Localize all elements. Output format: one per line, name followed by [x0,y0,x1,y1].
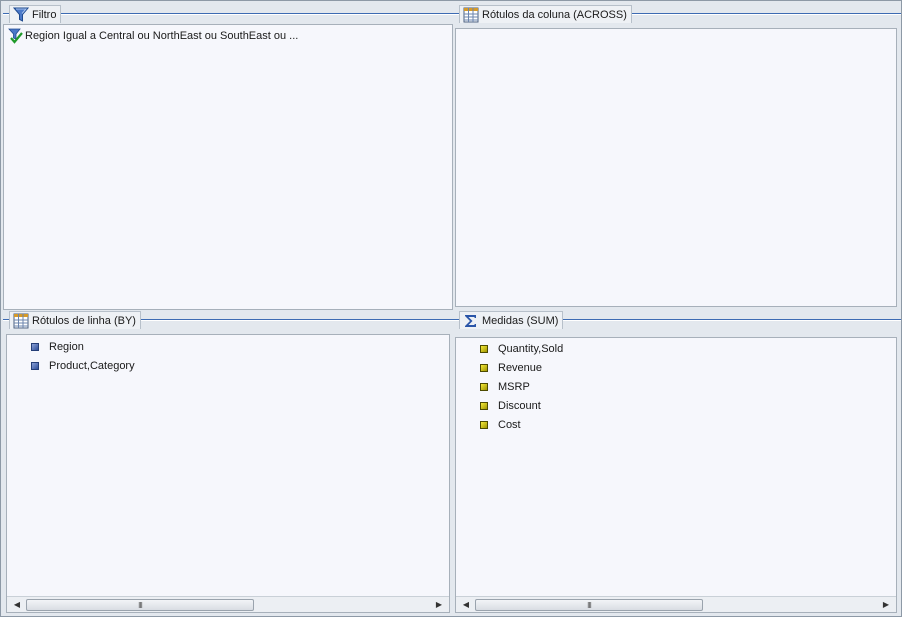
measure-field-icon [480,402,488,410]
measure-field-item[interactable]: Cost [480,419,521,431]
scroll-thumb[interactable]: III [475,599,703,611]
measure-field-label: Revenue [498,362,543,374]
by-field-item[interactable]: Region [31,341,84,353]
measure-field-label: Discount [498,400,541,412]
by-horizontal-scrollbar[interactable]: ◀ III ▶ [7,596,449,612]
scroll-left-arrow-icon[interactable]: ◀ [458,597,474,612]
filter-condition-label: Region Igual a Central ou NorthEast ou S… [25,30,299,42]
by-field-label: Product,Category [49,360,135,372]
by-field-label: Region [49,341,84,353]
by-drop-area[interactable]: Region Product,Category ◀ III ▶ [6,334,450,613]
filter-condition-item[interactable]: Region Igual a Central ou NorthEast ou S… [8,28,298,44]
measure-field-icon [480,383,488,391]
grid-columns-icon [463,7,479,23]
filter-drop-area[interactable]: Region Igual a Central ou NorthEast ou S… [3,24,453,310]
measures-tab[interactable]: Medidas (SUM) [459,311,564,329]
filter-tab-label: Filtro [32,8,57,21]
measures-horizontal-scrollbar[interactable]: ◀ III ▶ [456,596,896,612]
across-pane: Rótulos da coluna (ACROSS) [453,5,901,310]
dimension-field-icon [31,343,39,351]
grid-rows-icon [13,313,29,329]
measure-field-label: Cost [498,419,521,431]
dimension-field-icon [31,362,39,370]
measure-field-item[interactable]: MSRP [480,381,530,393]
scroll-thumb[interactable]: III [26,599,254,611]
across-tab[interactable]: Rótulos da coluna (ACROSS) [459,5,632,23]
report-layout-panel: Filtro Region Igual a Central ou NorthEa… [0,0,902,617]
filter-tab[interactable]: Filtro [9,5,62,23]
sigma-icon [463,313,479,329]
scroll-grip-icon: III [138,600,143,610]
scroll-right-arrow-icon[interactable]: ▶ [878,597,894,612]
measure-field-icon [480,421,488,429]
across-tab-label: Rótulos da coluna (ACROSS) [482,8,627,21]
filter-pane: Filtro Region Igual a Central ou NorthEa… [3,5,453,310]
scroll-left-arrow-icon[interactable]: ◀ [9,597,25,612]
measures-pane: Medidas (SUM) Quantity,Sold Revenue MSRP… [453,311,901,613]
by-tab[interactable]: Rótulos de linha (BY) [9,311,141,329]
scroll-grip-icon: III [587,600,592,610]
measure-field-label: Quantity,Sold [498,343,564,355]
measure-field-item[interactable]: Discount [480,400,541,412]
measures-tab-label: Medidas (SUM) [482,314,559,327]
by-tab-label: Rótulos de linha (BY) [32,314,136,327]
measure-field-icon [480,364,488,372]
by-field-item[interactable]: Product,Category [31,360,135,372]
measure-field-label: MSRP [498,381,530,393]
measure-field-item[interactable]: Quantity,Sold [480,343,563,355]
filter-header-line [3,13,453,15]
filter-check-icon [8,28,24,44]
across-drop-area[interactable] [455,28,897,307]
measure-field-item[interactable]: Revenue [480,362,542,374]
measure-field-icon [480,345,488,353]
scroll-right-arrow-icon[interactable]: ▶ [431,597,447,612]
by-pane: Rótulos de linha (BY) Region Product,Cat… [3,311,453,613]
measures-drop-area[interactable]: Quantity,Sold Revenue MSRP Discount Cost… [455,337,897,613]
funnel-icon [13,7,29,23]
